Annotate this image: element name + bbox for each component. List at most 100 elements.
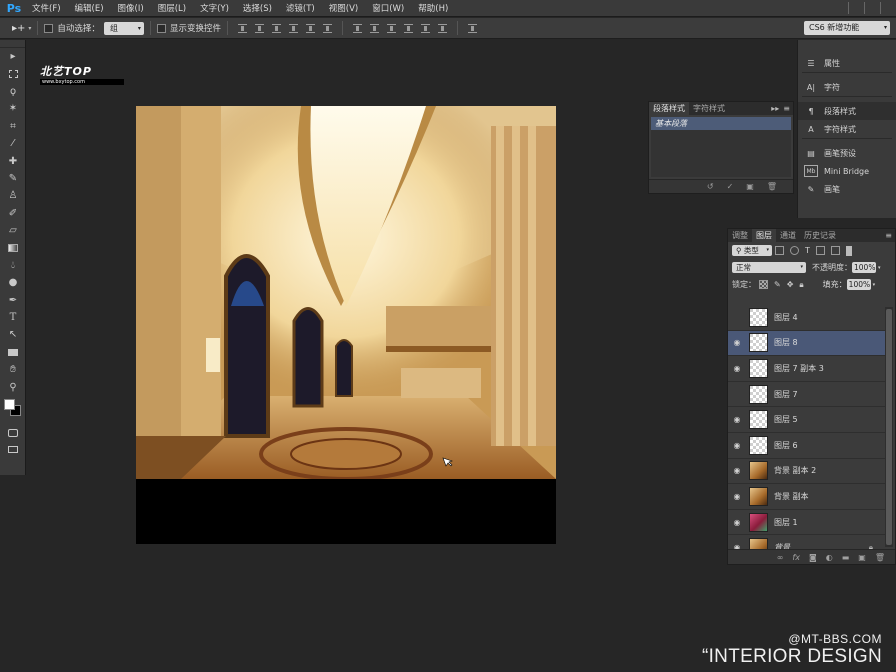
brush-tool-icon[interactable]: ✎ — [0, 170, 26, 187]
panel-menu-icon[interactable]: ≡ — [885, 231, 892, 240]
layer-row[interactable]: 图层 4 — [728, 305, 885, 331]
dodge-tool-icon[interactable]: ● — [0, 274, 26, 291]
maximize-button[interactable] — [864, 2, 874, 14]
quick-mask-icon[interactable] — [0, 424, 26, 441]
menu-image[interactable]: 图像(I) — [111, 2, 151, 14]
paragraph-style-item[interactable]: 基本段落 — [651, 117, 791, 130]
menu-view[interactable]: 视图(V) — [322, 2, 365, 14]
pen-tool-icon[interactable]: ✒ — [0, 291, 26, 308]
layer-name[interactable]: 背景 副本 — [774, 491, 809, 502]
new-adjustment-icon[interactable]: ◐ — [826, 553, 833, 562]
layer-name[interactable]: 图层 8 — [774, 337, 798, 348]
layer-thumbnail[interactable] — [749, 486, 768, 506]
tab-layers[interactable]: 图层 — [752, 229, 776, 242]
visibility-eye-icon[interactable]: ◉ — [728, 518, 746, 527]
foreground-color-swatch[interactable] — [4, 398, 15, 410]
layer-name[interactable]: 图层 1 — [774, 517, 798, 528]
auto-align-icon[interactable] — [467, 23, 477, 33]
visibility-eye-icon[interactable]: ◉ — [728, 338, 746, 347]
filter-smart-object-icon[interactable] — [830, 246, 840, 255]
menu-layer[interactable]: 图层(L) — [151, 2, 193, 14]
menu-window[interactable]: 窗口(W) — [365, 2, 411, 14]
delete-layer-icon[interactable]: 🗑︎ — [875, 553, 885, 562]
chevron-down-icon[interactable]: ▾ — [873, 282, 876, 288]
align-left-icon[interactable] — [288, 23, 298, 33]
layer-row[interactable]: ◉ 图层 7 副本 3 — [728, 356, 885, 382]
layer-row[interactable]: ◉ 图层 5 — [728, 407, 885, 433]
workspace-dropdown[interactable]: CS6 新增功能 ▾ — [804, 21, 890, 35]
align-top-icon[interactable] — [237, 23, 247, 33]
lock-image-icon[interactable]: ✎ — [774, 280, 781, 289]
path-selection-tool-icon[interactable]: ↖ — [0, 326, 26, 343]
fill-field[interactable]: 100% — [846, 279, 871, 290]
visibility-eye-icon[interactable]: ◉ — [728, 415, 746, 424]
distribute-hcenter-icon[interactable] — [420, 23, 430, 33]
add-mask-icon[interactable]: ◙ — [809, 553, 817, 562]
layer-name[interactable]: 背景 副本 2 — [774, 465, 816, 476]
layer-name[interactable]: 图层 6 — [774, 440, 798, 451]
eyedropper-tool-icon[interactable]: ⁄ — [0, 135, 26, 152]
healing-brush-tool-icon[interactable]: ✚ — [0, 152, 26, 169]
tab-adjustments[interactable]: 调整 — [728, 229, 752, 242]
new-layer-icon[interactable]: ▣ — [858, 553, 866, 562]
visibility-eye-icon[interactable]: ◉ — [728, 492, 746, 501]
layer-row[interactable]: ◉ 背景 副本 — [728, 484, 885, 510]
filter-toggle-icon[interactable] — [845, 245, 852, 256]
align-bottom-icon[interactable] — [271, 23, 281, 33]
dock-grip[interactable] — [798, 40, 896, 48]
clone-stamp-tool-icon[interactable]: ♙ — [0, 187, 26, 204]
align-vcenter-icon[interactable] — [254, 23, 264, 33]
tool-preset-chevron-icon[interactable]: ▾ — [28, 25, 31, 32]
menu-edit[interactable]: 编辑(E) — [68, 2, 111, 14]
layer-row[interactable]: ◉ 背景 副本 2 — [728, 459, 885, 485]
visibility-eye-icon[interactable]: ◉ — [728, 364, 746, 373]
layer-thumbnail[interactable] — [749, 384, 768, 404]
type-tool-icon[interactable]: T — [0, 309, 26, 326]
minimize-button[interactable] — [848, 2, 858, 14]
distribute-right-icon[interactable] — [437, 23, 447, 33]
move-tool-icon[interactable]: ▸+ — [12, 23, 25, 34]
tab-history[interactable]: 历史记录 — [800, 229, 840, 242]
lock-position-icon[interactable]: ✥ — [787, 280, 794, 289]
distribute-top-icon[interactable] — [352, 23, 362, 33]
filter-type-icon[interactable]: T — [805, 246, 810, 255]
dock-item-brush-presets[interactable]: ▤ 画笔预设 — [798, 144, 896, 162]
tools-grip[interactable] — [0, 40, 25, 48]
layer-thumbnail[interactable] — [749, 307, 768, 327]
auto-select-dropdown[interactable]: 组 ▾ — [103, 21, 144, 35]
layer-row[interactable]: ◉ 图层 6 — [728, 433, 885, 459]
redefine-style-icon[interactable]: ✓ — [727, 182, 734, 191]
layer-thumbnail[interactable] — [749, 333, 768, 353]
layer-filter-dropdown[interactable]: ⚲ 类型 ▾ — [732, 245, 772, 256]
blend-mode-dropdown[interactable]: 正常 ▾ — [732, 262, 806, 273]
filter-adjustment-icon[interactable] — [790, 246, 799, 255]
dock-item-character[interactable]: A| 字符 — [798, 78, 896, 96]
new-style-icon[interactable]: ▣ — [746, 182, 754, 191]
align-hcenter-icon[interactable] — [305, 23, 315, 33]
tab-paragraph-styles[interactable]: 段落样式 — [649, 102, 689, 115]
rectangle-tool-icon[interactable] — [0, 344, 26, 361]
filter-shape-icon[interactable] — [815, 246, 825, 255]
tab-character-styles[interactable]: 字符样式 — [689, 102, 729, 115]
menu-type[interactable]: 文字(Y) — [193, 2, 236, 14]
layer-name[interactable]: 图层 7 — [774, 389, 798, 400]
layer-row[interactable]: 图层 7 — [728, 382, 885, 408]
show-transform-checkbox[interactable] — [156, 23, 166, 33]
menu-help[interactable]: 帮助(H) — [411, 2, 455, 14]
dock-item-properties[interactable]: ☰ 属性 — [798, 54, 896, 72]
delete-style-icon[interactable]: 🗑︎ — [767, 182, 777, 191]
move-tool-icon[interactable]: ▸ — [0, 48, 26, 65]
visibility-eye-icon[interactable]: ◉ — [728, 466, 746, 475]
hand-tool-icon[interactable]: ✋︎ — [0, 361, 26, 378]
new-group-icon[interactable]: ▬ — [842, 553, 850, 562]
layer-thumbnail[interactable] — [749, 461, 768, 481]
document-canvas[interactable] — [136, 106, 556, 544]
screen-mode-icon[interactable] — [0, 441, 26, 458]
layers-scrollbar[interactable] — [885, 307, 893, 547]
lasso-tool-icon[interactable]: ϙ — [0, 83, 26, 100]
lock-transparent-icon[interactable] — [759, 280, 768, 289]
layer-row[interactable]: ◉ 图层 8 — [728, 330, 885, 357]
layer-thumbnail[interactable] — [749, 435, 768, 455]
layer-name[interactable]: 图层 5 — [774, 414, 798, 425]
layer-thumbnail[interactable] — [749, 512, 768, 532]
